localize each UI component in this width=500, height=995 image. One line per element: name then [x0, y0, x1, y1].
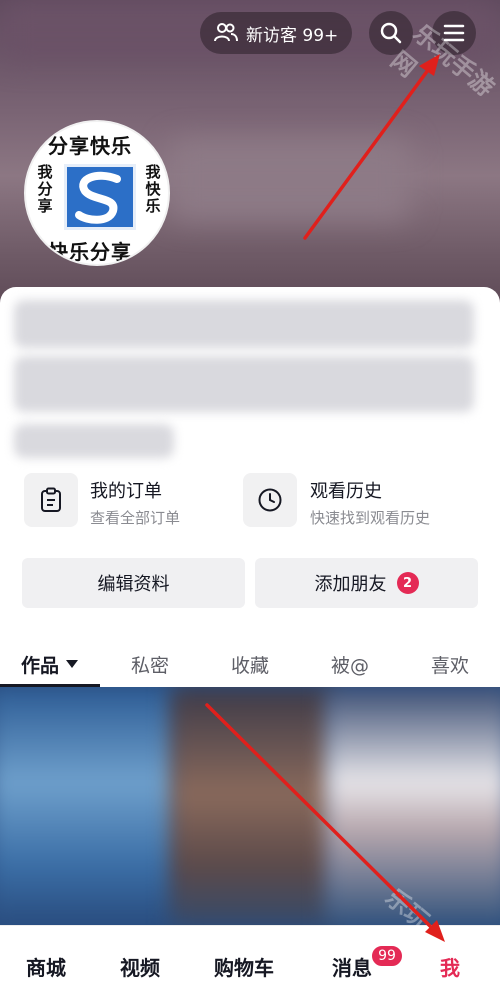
nav-me[interactable]: 我: [440, 952, 460, 981]
avatar-left-text: 我分享: [37, 163, 53, 215]
nav-messages[interactable]: 消息: [332, 952, 372, 981]
video-thumbnail[interactable]: [0, 687, 180, 925]
blurred-profile-tag: [14, 424, 174, 458]
nav-mall[interactable]: 商城: [26, 952, 66, 981]
tab-favorites[interactable]: 收藏: [200, 644, 300, 684]
my-orders-subtitle: 查看全部订单: [90, 509, 181, 527]
works-grid: [0, 687, 500, 925]
edit-profile-button[interactable]: 编辑资料: [22, 558, 245, 608]
tab-works[interactable]: 作品: [0, 644, 100, 684]
avatar[interactable]: 分享快乐 我分享 我快乐 快乐分享: [24, 120, 170, 266]
avatar-right-text: 我快乐: [145, 163, 161, 215]
blurred-profile-bio: [14, 356, 474, 412]
add-friends-button[interactable]: 添加朋友 2: [255, 558, 478, 608]
watch-history-subtitle: 快速找到观看历史: [310, 509, 431, 527]
tab-liked-label: 喜欢: [430, 654, 469, 677]
search-icon: [380, 22, 402, 44]
my-orders-title: 我的订单: [90, 481, 162, 502]
visitors-icon: [214, 23, 238, 42]
blurred-nickname: [170, 140, 410, 220]
new-visitors-button[interactable]: 新访客 99+: [200, 12, 352, 54]
avatar-bottom-text: 快乐分享: [48, 240, 132, 264]
tab-mentioned-label: 被@: [330, 654, 369, 677]
tab-favorites-label: 收藏: [230, 654, 269, 677]
new-visitors-label: 新访客 99+: [246, 25, 339, 46]
edit-profile-label: 编辑资料: [97, 574, 170, 595]
clipboard-icon: [41, 487, 61, 512]
bottom-navigation: 商城 视频 购物车 消息 99 我: [0, 925, 500, 995]
tab-works-label: 作品: [20, 654, 59, 677]
video-thumbnail[interactable]: [170, 687, 335, 925]
add-friends-badge: 2: [396, 572, 419, 594]
tab-private-label: 私密: [130, 654, 169, 677]
nav-video[interactable]: 视频: [120, 952, 160, 981]
order-icon-box: [24, 473, 78, 527]
s-logo-icon: [75, 171, 121, 224]
tab-private[interactable]: 私密: [100, 644, 200, 684]
avatar-top-text: 分享快乐: [48, 134, 132, 158]
messages-badge: 99: [370, 944, 404, 968]
blurred-profile-stats: [14, 300, 474, 348]
clock-icon: [258, 488, 282, 512]
add-friends-label: 添加朋友: [314, 574, 387, 595]
history-icon-box: [243, 473, 297, 527]
nav-cart[interactable]: 购物车: [214, 952, 274, 981]
tab-liked[interactable]: 喜欢: [400, 644, 500, 684]
tab-mentioned[interactable]: 被@: [300, 644, 400, 684]
watch-history-title: 观看历史: [310, 481, 382, 502]
avatar-logo: [64, 164, 136, 230]
caret-down-icon: [66, 660, 78, 668]
